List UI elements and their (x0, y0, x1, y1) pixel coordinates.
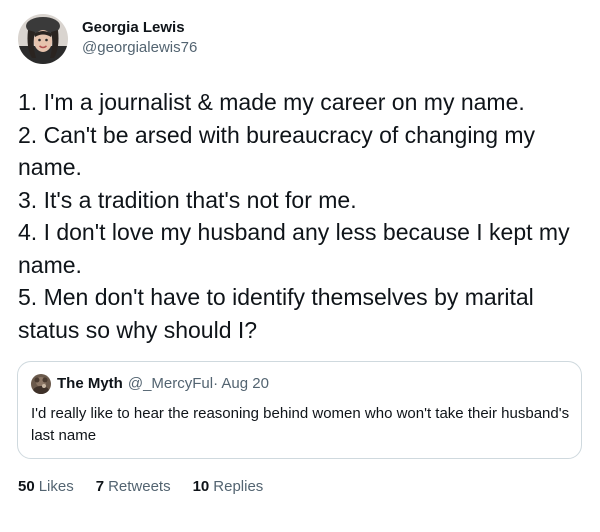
author-handle[interactable]: @georgialewis76 (82, 38, 197, 58)
tweet-card: Georgia Lewis @georgialewis76 1. I'm a j… (0, 0, 600, 532)
profile-photo-icon (31, 374, 51, 394)
replies-stat[interactable]: 10 Replies (193, 477, 264, 497)
retweets-count: 7 (95, 478, 105, 495)
profile-photo-icon (18, 14, 68, 64)
retweets-label: Retweets (108, 478, 171, 495)
replies-label: Replies (213, 478, 264, 495)
quoted-tweet[interactable]: The Myth @_MercyFul · Aug 20 I'd really … (17, 361, 582, 459)
author-avatar[interactable] (18, 14, 68, 64)
tweet-header: Georgia Lewis @georgialewis76 (18, 14, 197, 64)
quoted-author-display-name[interactable]: The Myth (57, 374, 123, 394)
author-names: Georgia Lewis @georgialewis76 (82, 18, 197, 58)
tweet-text: 1. I'm a journalist & made my career on … (18, 86, 588, 346)
quoted-tweet-text: I'd really like to hear the reasoning be… (31, 405, 570, 444)
quoted-author-avatar[interactable] (31, 374, 51, 394)
replies-count: 10 (192, 478, 210, 495)
quoted-tweet-date[interactable]: · Aug 20 (213, 374, 269, 394)
likes-count: 50 (18, 478, 35, 495)
tweet-line: 3. It's a tradition that's not for me. (18, 186, 357, 213)
likes-label: Likes (38, 478, 74, 495)
retweets-stat[interactable]: 7 Retweets (96, 477, 171, 497)
tweet-line: 4. I don't love my husband any less beca… (18, 219, 570, 278)
quoted-author-handle[interactable]: @_MercyFul (128, 374, 213, 394)
tweet-line: 5. Men don't have to identify themselves… (18, 284, 534, 343)
quoted-tweet-header: The Myth @_MercyFul · Aug 20 (31, 374, 269, 394)
tweet-line: 2. Can't be arsed with bureaucracy of ch… (18, 121, 536, 181)
tweet-stats: 50 Likes 7 Retweets 10 Replies (18, 477, 285, 497)
likes-stat[interactable]: 50 Likes (18, 477, 74, 497)
author-display-name[interactable]: Georgia Lewis (82, 18, 197, 38)
tweet-line: 1. I'm a journalist & made my career on … (18, 89, 525, 115)
